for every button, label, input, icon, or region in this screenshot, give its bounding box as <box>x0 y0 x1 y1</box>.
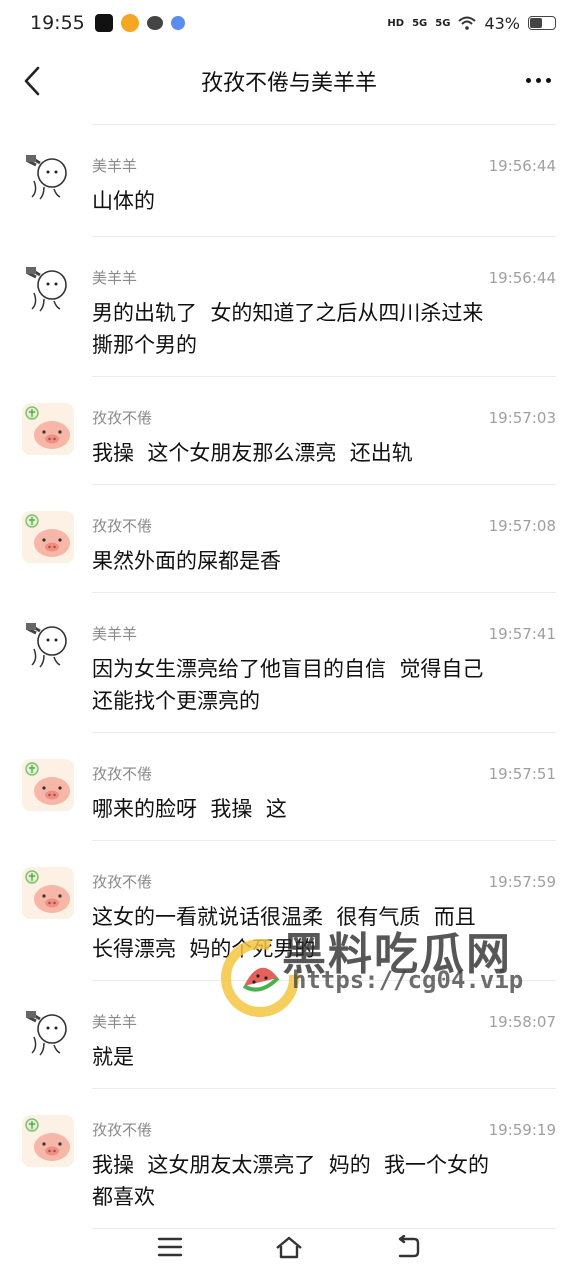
chat-message[interactable]: 美羊羊 19:56:44 山体的 <box>0 125 578 237</box>
message-sender: 美羊羊 <box>92 1013 138 1031</box>
message-text: 因为女生漂亮给了他盲目的自信 觉得自己 还能找个更漂亮的 <box>92 653 552 717</box>
message-text-line: 果然外面的屎都是香 <box>92 549 281 573</box>
message-sender: 美羊羊 <box>92 157 138 175</box>
more-options-icon[interactable] <box>520 70 556 90</box>
chat-message[interactable]: 美羊羊 19:56:44 男的出轨了 女的知道了之后从四川杀过来 撕那个男的 <box>0 237 578 377</box>
message-text-line: 我操 这女朋友太漂亮了 妈的 我一个女的 <box>92 1153 490 1177</box>
sheep-avatar[interactable] <box>22 263 74 315</box>
sheep-avatar[interactable] <box>22 619 74 671</box>
chat-message[interactable]: 孜孜不倦 19:57:59 这女的一看就说话很温柔 很有气质 而且 长得漂亮 妈的个死… <box>0 841 578 981</box>
message-icon <box>146 16 163 30</box>
status-right: HD 5G 5G 43% <box>387 14 556 33</box>
message-sender: 孜孜不倦 <box>92 765 153 783</box>
battery-percent: 43% <box>484 13 520 33</box>
message-text: 哪来的脸呀 我操 这 <box>92 793 552 825</box>
message-timestamp: 19:57:03 <box>488 409 556 427</box>
hd-icon: HD <box>387 17 405 29</box>
chat-message[interactable]: 孜孜不倦 19:57:51 哪来的脸呀 我操 这 <box>0 733 578 841</box>
message-timestamp: 19:56:44 <box>488 157 556 175</box>
message-text-line: 我操 这个女朋友那么漂亮 还出轨 <box>92 441 413 465</box>
message-text: 我操 这女朋友太漂亮了 妈的 我一个女的 都喜欢 <box>92 1149 552 1213</box>
message-timestamp: 19:57:41 <box>488 625 556 643</box>
message-text-line: 山体的 <box>92 189 155 213</box>
message-sender: 孜孜不倦 <box>92 409 153 427</box>
message-text: 山体的 <box>92 185 552 217</box>
tiktok-icon <box>94 14 113 32</box>
menu-button[interactable] <box>150 1227 190 1267</box>
message-timestamp: 19:59:19 <box>488 1121 556 1139</box>
pig-avatar[interactable] <box>22 403 74 455</box>
message-text: 这女的一看就说话很温柔 很有气质 而且 长得漂亮 妈的个死男的 <box>92 901 552 965</box>
status-bar: 19:55 HD 5G 5G 43% <box>0 0 578 46</box>
sheep-avatar[interactable] <box>22 1007 74 1059</box>
chat-message[interactable]: 美羊羊 19:58:07 就是 <box>0 981 578 1089</box>
message-text-line: 这女的一看就说话很温柔 很有气质 而且 <box>92 905 476 929</box>
app-notification-icon <box>170 16 185 30</box>
chat-header: 孜孜不倦与美羊羊 <box>0 52 578 110</box>
message-text-line: 男的出轨了 女的知道了之后从四川杀过来 <box>92 301 484 325</box>
home-button[interactable] <box>269 1227 309 1267</box>
home-icon <box>276 1236 302 1259</box>
system-navigation-bar <box>0 1222 578 1272</box>
message-text: 我操 这个女朋友那么漂亮 还出轨 <box>92 437 552 469</box>
message-text: 男的出轨了 女的知道了之后从四川杀过来 撕那个男的 <box>92 297 552 361</box>
message-timestamp: 19:57:59 <box>488 873 556 891</box>
back-button[interactable] <box>388 1227 428 1267</box>
battery-icon <box>528 16 556 30</box>
sim2-signal-icon: 5G <box>435 17 451 29</box>
message-sender: 孜孜不倦 <box>92 873 153 891</box>
chat-message[interactable]: 孜孜不倦 19:59:19 我操 这女朋友太漂亮了 妈的 我一个女的 都喜欢 <box>0 1089 578 1229</box>
chat-message[interactable]: 美羊羊 19:57:41 因为女生漂亮给了他盲目的自信 觉得自己 还能找个更漂亮的 <box>0 593 578 733</box>
message-sender: 孜孜不倦 <box>92 1121 153 1139</box>
status-app-icons <box>94 14 185 32</box>
message-text-line: 就是 <box>92 1045 134 1069</box>
message-text-line: 都喜欢 <box>92 1185 155 1209</box>
status-time: 19:55 <box>30 12 85 34</box>
message-text-line: 长得漂亮 妈的个死男的 <box>92 937 316 961</box>
pig-avatar[interactable] <box>22 511 74 563</box>
message-text: 果然外面的屎都是香 <box>92 545 552 577</box>
message-timestamp: 19:56:44 <box>488 269 556 287</box>
pig-avatar[interactable] <box>22 867 74 919</box>
message-text-line: 撕那个男的 <box>92 333 197 357</box>
message-sender: 美羊羊 <box>92 269 138 287</box>
sheep-avatar[interactable] <box>22 151 74 203</box>
message-text-line: 还能找个更漂亮的 <box>92 689 260 713</box>
message-timestamp: 19:58:07 <box>488 1013 556 1031</box>
wifi-icon <box>458 16 477 30</box>
message-text-line: 哪来的脸呀 我操 这 <box>92 797 287 821</box>
pig-avatar[interactable] <box>22 1115 74 1167</box>
message-timestamp: 19:57:08 <box>488 517 556 535</box>
weibo-icon <box>120 14 139 32</box>
back-arrow-icon[interactable] <box>18 62 48 100</box>
message-text-line: 因为女生漂亮给了他盲目的自信 觉得自己 <box>92 657 484 681</box>
sim1-signal-icon: 5G <box>412 17 428 29</box>
message-timestamp: 19:57:51 <box>488 765 556 783</box>
message-sender: 孜孜不倦 <box>92 517 153 535</box>
chat-message-list[interactable]: 美羊羊 19:56:44 山体的 美羊羊 19:56:44 男的出轨了 女的知道了之后从四… <box>0 124 578 1229</box>
chat-message[interactable]: 孜孜不倦 19:57:08 果然外面的屎都是香 <box>0 485 578 593</box>
chat-title: 孜孜不倦与美羊羊 <box>200 71 377 96</box>
chat-message[interactable]: 孜孜不倦 19:57:03 我操 这个女朋友那么漂亮 还出轨 <box>0 377 578 485</box>
menu-icon <box>157 1237 182 1257</box>
message-text: 就是 <box>92 1041 552 1073</box>
message-sender: 美羊羊 <box>92 625 138 643</box>
pig-avatar[interactable] <box>22 759 74 811</box>
return-icon <box>399 1235 420 1258</box>
